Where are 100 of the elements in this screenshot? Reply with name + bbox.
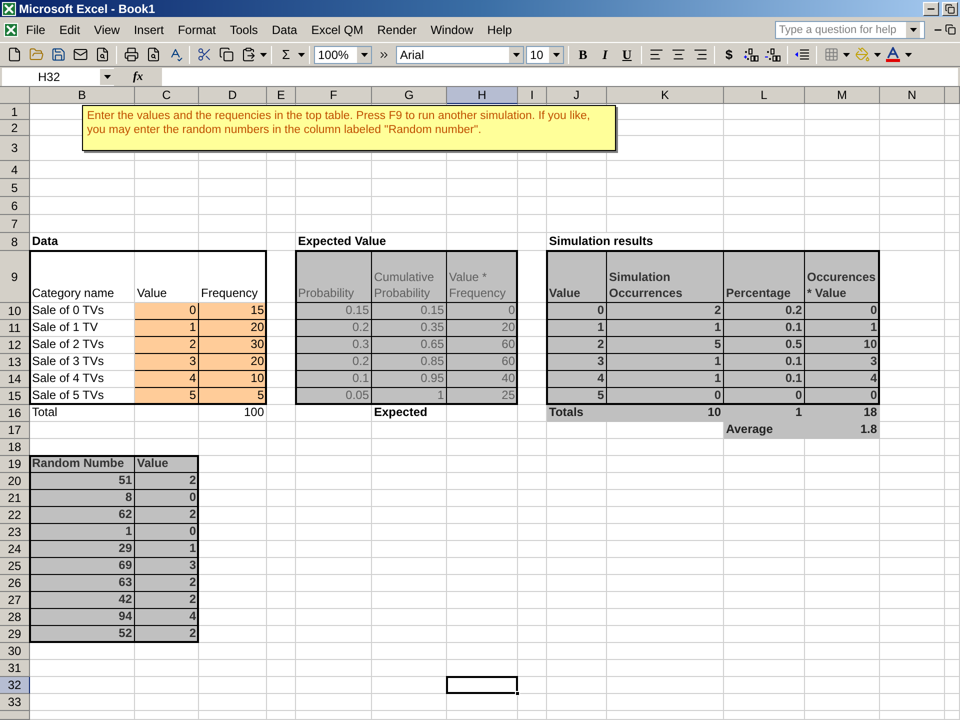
sheet-cell[interactable]: 0.1 (724, 354, 805, 371)
sheet-cell[interactable] (724, 575, 805, 592)
sheet-cell[interactable] (547, 711, 607, 720)
sheet-cell[interactable] (296, 677, 372, 694)
sheet-cell[interactable] (518, 507, 547, 524)
sheet-cell[interactable] (880, 524, 945, 541)
sheet-cell[interactable] (805, 507, 880, 524)
sheet-cell[interactable] (296, 405, 372, 422)
sheet-cell[interactable]: 18 (805, 405, 880, 422)
sheet-cell[interactable] (30, 197, 135, 215)
sheet-cell[interactable]: Category name (30, 251, 135, 303)
column-header[interactable]: J (547, 87, 607, 104)
sheet-cell[interactable] (447, 490, 518, 507)
sheet-cell[interactable] (518, 197, 547, 215)
sheet-cell[interactable]: 4 (135, 371, 199, 388)
menu-item[interactable]: Tools (224, 20, 264, 38)
sheet-cell[interactable] (724, 120, 805, 136)
sheet-cell[interactable]: 0.2 (724, 303, 805, 320)
sheet-cell[interactable] (607, 626, 724, 643)
sheet-cell[interactable] (547, 456, 607, 473)
sheet-cell[interactable]: 1 (135, 541, 199, 558)
sheet-cell[interactable] (805, 179, 880, 197)
sheet-cell[interactable] (547, 626, 607, 643)
sheet-cell[interactable]: Value (547, 251, 607, 303)
sheet-cell[interactable] (267, 558, 296, 575)
sheet-cell[interactable]: 30 (199, 337, 267, 354)
sheet-cell[interactable]: 42 (30, 592, 135, 609)
sheet-cell[interactable] (296, 660, 372, 677)
sheet-cell[interactable] (199, 694, 267, 711)
sheet-cell[interactable] (135, 660, 199, 677)
sheet-cell[interactable]: 2 (135, 473, 199, 490)
sheet-cell[interactable] (945, 609, 960, 626)
row-header[interactable]: 19 (0, 456, 30, 473)
sheet-cell[interactable] (945, 251, 960, 303)
sheet-cell[interactable] (447, 711, 518, 720)
row-header[interactable]: 8 (0, 233, 30, 251)
sheet-cell[interactable] (805, 456, 880, 473)
sheet-cell[interactable] (199, 439, 267, 456)
sheet-cell[interactable] (199, 473, 267, 490)
sheet-cell[interactable] (607, 490, 724, 507)
row-header[interactable]: 1 (0, 104, 30, 120)
sheet-cell[interactable]: 4 (805, 371, 880, 388)
sheet-cell[interactable]: 0 (135, 524, 199, 541)
sheet-cell[interactable]: 1 (724, 405, 805, 422)
sheet-cell[interactable]: Simulation results (547, 233, 724, 251)
row-header[interactable]: 18 (0, 439, 30, 456)
sheet-cell[interactable] (447, 456, 518, 473)
sheet-cell[interactable] (447, 405, 518, 422)
sheet-cell[interactable]: 0 (135, 303, 199, 320)
sheet-cell[interactable] (372, 626, 447, 643)
sheet-cell[interactable] (267, 609, 296, 626)
sheet-cell[interactable] (945, 179, 960, 197)
sheet-cell[interactable]: Expected (372, 405, 447, 422)
sheet-cell[interactable] (945, 422, 960, 439)
restore-icon[interactable] (945, 24, 956, 35)
sheet-cell[interactable] (135, 643, 199, 660)
sheet-cell[interactable] (199, 626, 267, 643)
row-header[interactable]: 24 (0, 541, 30, 558)
sheet-cell[interactable] (547, 558, 607, 575)
sheet-cell[interactable] (945, 711, 960, 720)
sheet-cell[interactable] (805, 643, 880, 660)
sheet-cell[interactable] (945, 303, 960, 320)
sheet-cell[interactable] (547, 439, 607, 456)
sheet-cell[interactable] (447, 626, 518, 643)
sheet-cell[interactable] (296, 507, 372, 524)
sheet-cell[interactable]: Occurences * Value (805, 251, 880, 303)
sheet-cell[interactable] (518, 643, 547, 660)
sheet-cell[interactable] (945, 120, 960, 136)
sheet-cell[interactable] (296, 558, 372, 575)
sheet-cell[interactable] (805, 524, 880, 541)
sheet-cell[interactable] (518, 473, 547, 490)
row-header[interactable]: 26 (0, 575, 30, 592)
sheet-cell[interactable] (805, 197, 880, 215)
select-all-corner[interactable] (0, 87, 30, 104)
sheet-cell[interactable] (880, 711, 945, 720)
sheet-cell[interactable] (547, 541, 607, 558)
sheet-cell[interactable] (880, 197, 945, 215)
sheet-cell[interactable] (945, 371, 960, 388)
sheet-cell[interactable] (30, 643, 135, 660)
sheet-cell[interactable] (296, 575, 372, 592)
sheet-cell[interactable] (945, 233, 960, 251)
sheet-cell[interactable] (945, 320, 960, 337)
column-header[interactable]: G (372, 87, 447, 104)
sheet-cell[interactable] (199, 179, 267, 197)
sheet-cell[interactable] (945, 643, 960, 660)
sheet-cell[interactable] (518, 541, 547, 558)
sheet-cell[interactable] (199, 541, 267, 558)
sheet-cell[interactable] (724, 197, 805, 215)
row-header[interactable]: 25 (0, 558, 30, 575)
sheet-cell[interactable] (607, 609, 724, 626)
sheet-cell[interactable] (518, 524, 547, 541)
sheet-cell[interactable] (880, 473, 945, 490)
sheet-cell[interactable]: 51 (30, 473, 135, 490)
sheet-cell[interactable] (199, 215, 267, 233)
sheet-cell[interactable] (267, 439, 296, 456)
sheet-cell[interactable] (135, 677, 199, 694)
sheet-cell[interactable]: 2 (607, 303, 724, 320)
sheet-cell[interactable] (447, 592, 518, 609)
sheet-cell[interactable] (199, 575, 267, 592)
row-header[interactable]: 31 (0, 660, 30, 677)
